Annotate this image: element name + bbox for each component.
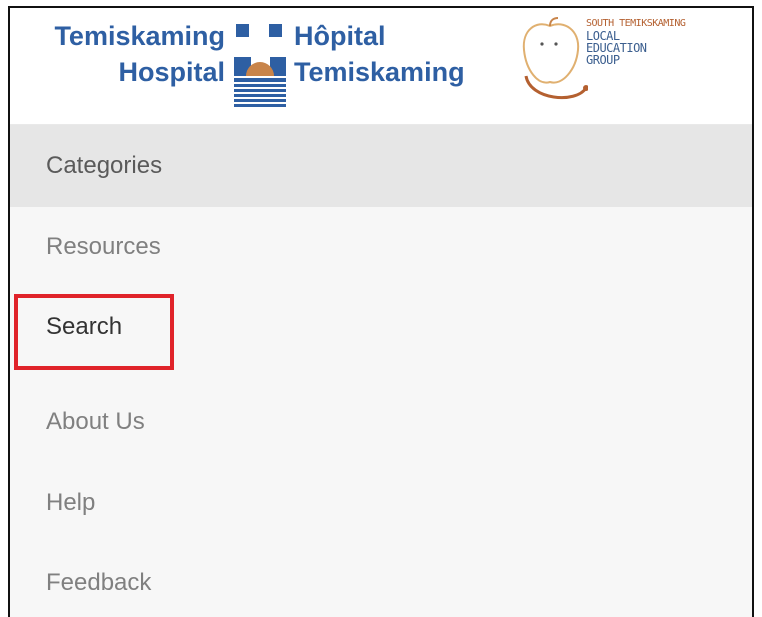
hospital-logo-icon: [234, 24, 286, 107]
site-header: Temiskaming Hospital Hôpital Temiskaming: [10, 8, 752, 125]
local-education-group-logo: SOUTH TEMIKSKAMING LOCAL EDUCATION GROUP: [586, 18, 686, 67]
nav-item-categories[interactable]: Categories: [10, 125, 752, 207]
apple-stethoscope-logo-icon: [522, 17, 588, 100]
hospital-name-english[interactable]: Temiskaming Hospital: [20, 18, 225, 90]
nav-item-about-us[interactable]: About Us: [10, 367, 752, 463]
hospital-name-french-line2: Temiskaming: [294, 57, 465, 87]
nav-item-feedback[interactable]: Feedback: [10, 543, 752, 617]
nav-item-resources[interactable]: Resources: [10, 207, 752, 287]
nav-item-help[interactable]: Help: [10, 463, 752, 543]
hospital-name-english-line1: Temiskaming: [54, 21, 225, 51]
app-frame: Temiskaming Hospital Hôpital Temiskaming: [8, 6, 754, 617]
hospital-name-english-line2: Hospital: [118, 57, 225, 87]
sidebar-nav: Categories Resources Search About Us Hel…: [10, 125, 752, 617]
nav-item-search[interactable]: Search: [10, 287, 752, 367]
hospital-name-french[interactable]: Hôpital Temiskaming: [294, 18, 514, 90]
hospital-name-french-line1: Hôpital: [294, 21, 386, 51]
logo-line-4: GROUP: [586, 53, 620, 67]
